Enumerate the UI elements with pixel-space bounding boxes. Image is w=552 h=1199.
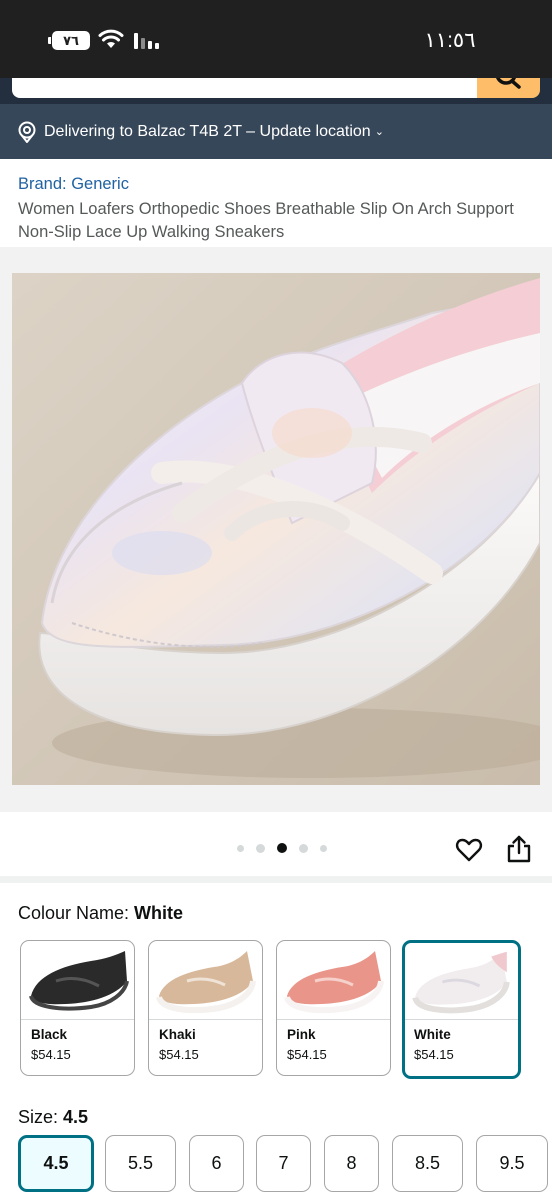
swatch-price: $54.15	[287, 1047, 327, 1062]
clock: ١١:٥٦	[424, 29, 476, 52]
search-input[interactable]	[12, 78, 478, 98]
search-icon	[496, 78, 521, 89]
carousel-dot[interactable]	[256, 843, 265, 853]
product-title: Women Loafers Orthopedic Shoes Breathabl…	[18, 200, 514, 241]
size-option-8-5[interactable]: 8.5	[392, 1135, 463, 1192]
swatch-price: $54.15	[31, 1047, 71, 1062]
wifi-icon	[98, 29, 124, 48]
delivery-location-bar[interactable]: Delivering to Balzac T4B 2T – Update loc…	[0, 104, 552, 159]
colour-selected-value: White	[134, 903, 184, 923]
swatch-name: Black	[31, 1027, 68, 1042]
location-pin-icon	[18, 121, 36, 143]
section-divider	[0, 876, 552, 883]
heart-icon[interactable]	[455, 836, 483, 864]
swatch-thumbnail	[405, 943, 518, 1020]
status-bar: ٧٦ ١١:٥٦	[0, 0, 552, 78]
share-icon[interactable]	[506, 834, 532, 864]
swatch-name: White	[414, 1027, 451, 1042]
size-option-9-5[interactable]: 9.5	[476, 1135, 548, 1192]
swatch-thumbnail	[21, 941, 134, 1020]
size-option-6[interactable]: 6	[189, 1135, 244, 1192]
swatch-name: Pink	[287, 1027, 316, 1042]
carousel-dot-active[interactable]	[277, 843, 287, 853]
size-option-7[interactable]: 7	[256, 1135, 311, 1192]
colour-option-khaki[interactable]: Khaki $54.15	[148, 940, 263, 1076]
delivery-text: Delivering to Balzac T4B 2T – Update loc…	[44, 122, 371, 140]
colour-option-black[interactable]: Black $54.15	[20, 940, 135, 1076]
carousel-dot[interactable]	[299, 843, 308, 853]
battery-icon: ٧٦	[52, 31, 90, 50]
size-label-text: Size:	[18, 1107, 64, 1127]
size-option-4-5[interactable]: 4.5	[18, 1135, 94, 1192]
size-option-8[interactable]: 8	[324, 1135, 379, 1192]
carousel-dot[interactable]	[237, 844, 244, 852]
search-button[interactable]	[477, 78, 540, 98]
chevron-down-icon: ⌄	[374, 126, 384, 138]
signal-icon	[134, 33, 159, 49]
colour-option-pink[interactable]: Pink $54.15	[276, 940, 391, 1076]
brand-link[interactable]: Brand: Generic	[18, 175, 129, 194]
carousel-dot[interactable]	[320, 844, 327, 852]
size-label: Size: 4.5	[18, 1107, 88, 1128]
colour-option-white[interactable]: White $54.15	[402, 940, 521, 1079]
battery-cap	[48, 37, 51, 44]
swatch-thumbnail	[277, 941, 390, 1020]
size-selected-value: 4.5	[63, 1107, 89, 1127]
swatch-name: Khaki	[159, 1027, 196, 1042]
size-option-5-5[interactable]: 5.5	[105, 1135, 176, 1192]
colour-label-text: Colour Name:	[18, 903, 135, 923]
swatch-thumbnail	[149, 941, 262, 1020]
product-image[interactable]	[12, 273, 540, 785]
carousel-dots[interactable]	[231, 843, 333, 853]
colour-label: Colour Name: White	[18, 903, 183, 924]
swatch-price: $54.15	[414, 1047, 454, 1062]
swatch-price: $54.15	[159, 1047, 199, 1062]
